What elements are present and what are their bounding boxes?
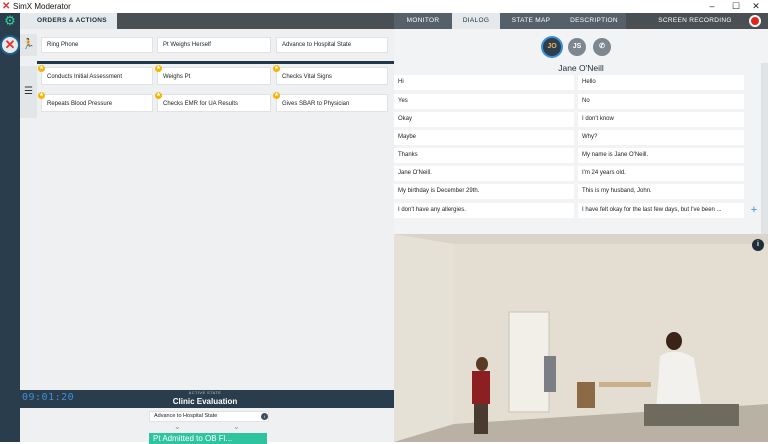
dialog-line[interactable]: Yes	[394, 94, 574, 109]
dialog-line[interactable]: Hello	[578, 75, 744, 90]
star-icon: ★	[273, 92, 280, 99]
action-repeat-bp[interactable]: Repeats Blood Pressure	[41, 94, 153, 112]
close-icon[interactable]: ✕	[0, 35, 20, 55]
action-ring-phone[interactable]: Ring Phone	[41, 37, 153, 53]
tab-description[interactable]: DESCRIPTION	[562, 13, 626, 29]
star-icon: ★	[155, 65, 162, 72]
action-advance-hospital[interactable]: Advance to Hospital State	[276, 37, 388, 53]
app-logo-icon: ✕	[2, 1, 11, 12]
dialog-line[interactable]: I don't know	[578, 112, 744, 127]
add-line-icon[interactable]: +	[748, 204, 760, 216]
avatar-js[interactable]: JS	[568, 38, 586, 56]
chevron-down-icon: ⌄	[174, 422, 181, 431]
info-icon[interactable]: i	[752, 239, 764, 251]
tab-monitor[interactable]: MONITOR	[394, 13, 452, 29]
action-emr-ua[interactable]: Checks EMR for UA Results	[157, 94, 271, 112]
info-icon[interactable]: i	[261, 413, 268, 420]
title-bar: ✕ SimX Moderator – ☐ ✕	[0, 0, 768, 13]
window-title: SimX Moderator	[13, 2, 71, 11]
star-icon: ★	[38, 92, 45, 99]
dialog-line[interactable]: Maybe	[394, 130, 574, 145]
action-initial-assessment[interactable]: Conducts Initial Assessment	[41, 67, 153, 85]
action-weighs-pt[interactable]: Weighs Pt	[157, 67, 271, 85]
checklist-icon: ☰	[20, 66, 37, 118]
simulation-view	[394, 234, 768, 442]
dialog-line[interactable]: My birthday is December 29th.	[394, 184, 574, 199]
tab-orders-actions[interactable]: ORDERS & ACTIONS	[20, 13, 117, 29]
record-button[interactable]	[749, 15, 761, 27]
advance-state-select[interactable]: Advance to Hospital State	[149, 411, 269, 422]
minimize-button[interactable]: –	[700, 0, 724, 13]
dialog-line[interactable]: No	[578, 94, 744, 109]
room-scene	[394, 234, 768, 442]
star-icon: ★	[38, 65, 45, 72]
star-icon: ★	[155, 92, 162, 99]
action-vital-signs[interactable]: Checks Vital Signs	[276, 67, 388, 85]
action-pt-weighs-herself[interactable]: Pt Weighs Herself	[157, 37, 271, 53]
session-timer: 09:01:20	[22, 392, 75, 403]
action-sbar[interactable]: Gives SBAR to Physician	[276, 94, 388, 112]
chevron-down-icon: ⌄	[233, 422, 240, 431]
star-icon: ★	[273, 65, 280, 72]
dialog-line[interactable]: Thanks	[394, 148, 574, 163]
avatar-jo[interactable]: JO	[543, 38, 561, 56]
tab-dialog[interactable]: DIALOG	[452, 13, 500, 29]
dialog-line[interactable]: My name is Jane O'Neill.	[578, 148, 744, 163]
screen-recording-label: SCREEN RECORDING	[655, 13, 735, 29]
dialog-scrollbar[interactable]	[761, 63, 768, 234]
tab-state-map[interactable]: STATE MAP	[500, 13, 562, 29]
dialog-line[interactable]: I don't have any allergies.	[394, 203, 574, 218]
left-rail	[0, 13, 20, 442]
dialog-line[interactable]: Okay	[394, 112, 574, 127]
active-state-name: Clinic Evaluation	[172, 397, 238, 406]
dialog-line[interactable]: Hi	[394, 75, 574, 90]
close-window-button[interactable]: ✕	[744, 0, 768, 13]
speaker-name: Jane O'Neill	[558, 63, 604, 73]
phone-icon[interactable]: ✆	[593, 38, 611, 56]
active-state-label: ACTIVE STATE	[188, 390, 222, 395]
dialog-line[interactable]: I have felt okay for the last few days, …	[578, 203, 744, 218]
dialog-line[interactable]: I'm 24 years old.	[578, 166, 744, 181]
gear-icon[interactable]: ⚙	[3, 14, 17, 28]
running-person-icon: 🏃	[20, 34, 37, 56]
dialog-line[interactable]: Jane O'Neill.	[394, 166, 574, 181]
dialog-line[interactable]: This is my husband, John.	[578, 184, 744, 199]
section-divider	[37, 61, 394, 64]
dialog-line[interactable]: Why?	[578, 130, 744, 145]
next-state-button[interactable]: Pt Admitted to OB Fl...	[149, 433, 267, 444]
